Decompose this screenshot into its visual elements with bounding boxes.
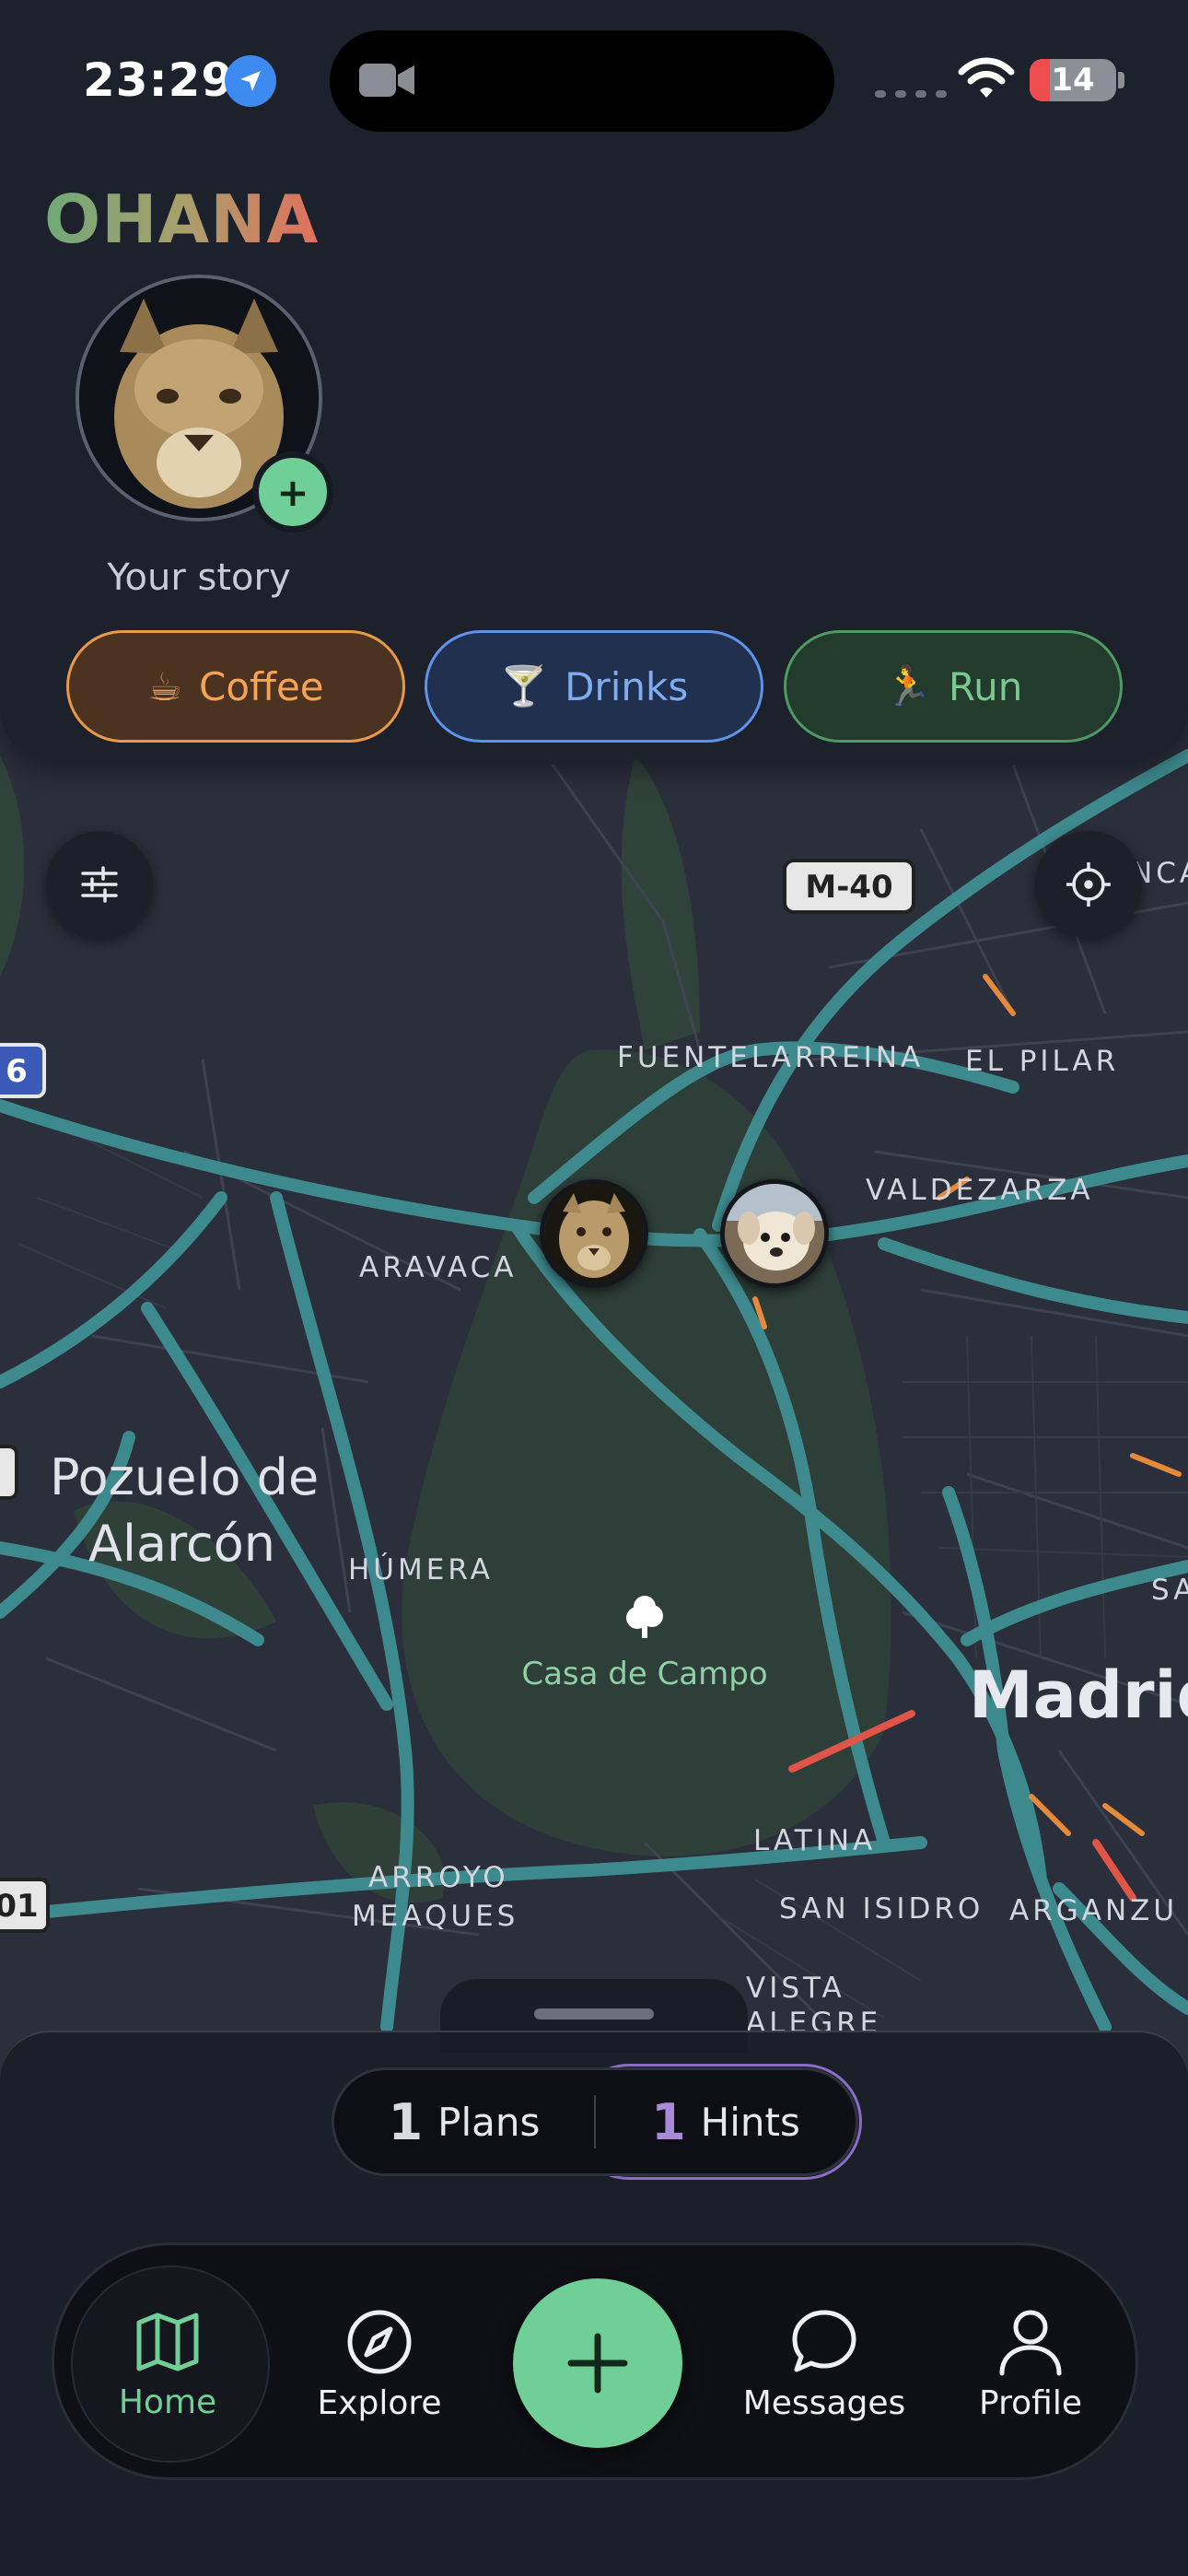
road-shield-6: 6 xyxy=(0,1043,46,1098)
map-label-valdezarza: VALDEZARZA xyxy=(866,1174,1094,1207)
svg-text:01: 01 xyxy=(0,1888,39,1925)
coffee-icon: ☕ xyxy=(147,663,182,709)
app-title: OHANA xyxy=(44,181,320,258)
tab-label: Messages xyxy=(742,2383,906,2422)
battery-icon: 14 xyxy=(1030,59,1116,101)
activity-chip-drinks[interactable]: 🍸 Drinks xyxy=(425,630,763,743)
activity-chip-label: Run xyxy=(948,663,1023,709)
map-label-aravaca: ARAVACA xyxy=(359,1251,517,1284)
road-shield-partial xyxy=(0,1445,18,1500)
add-story-button[interactable]: + xyxy=(252,451,333,533)
person-icon xyxy=(999,2310,1062,2375)
status-time: 23:29 xyxy=(83,53,235,107)
map-label-sa: SA xyxy=(1151,1574,1188,1607)
tab-profile[interactable]: Profile xyxy=(938,2245,1123,2483)
map-label-pozuelo-1: Pozuelo de xyxy=(50,1448,319,1506)
sliders-icon xyxy=(81,866,118,903)
runner-icon: 🏃 xyxy=(883,663,932,708)
cocktail-icon: 🍸 xyxy=(499,663,549,708)
recenter-button[interactable] xyxy=(1035,831,1142,938)
hints-count: 1 xyxy=(651,2092,686,2151)
wifi-icon xyxy=(958,57,1015,98)
activity-chip-label: Drinks xyxy=(565,663,689,709)
crosshair-icon xyxy=(1066,862,1111,907)
plans-count: 1 xyxy=(388,2092,424,2151)
map-label-el-pilar: EL PILAR xyxy=(965,1045,1119,1078)
hints-count-button[interactable]: 1 Hints xyxy=(596,2093,856,2151)
map-label-latina: LATINA xyxy=(753,1824,876,1857)
map-label-fuentelarreina: FUENTELARREINA xyxy=(617,1041,924,1074)
tab-label: Home xyxy=(118,2383,217,2421)
map-label-arroyo-2: MEAQUES xyxy=(352,1900,518,1933)
friend-marker-dog[interactable] xyxy=(720,1179,829,1288)
hints-label: Hints xyxy=(700,2099,800,2145)
map-label-san-isidro: SAN ISIDRO xyxy=(779,1892,984,1926)
svg-text:M-40: M-40 xyxy=(805,869,892,906)
map-label-madrid: Madrid xyxy=(969,1657,1188,1733)
tab-messages[interactable]: Messages xyxy=(714,2245,935,2483)
battery-tip xyxy=(1118,72,1124,88)
road-shield-m40: M-40 xyxy=(783,859,915,914)
tab-label: Explore xyxy=(317,2383,442,2422)
map-label-vista-alegre-1: VISTA xyxy=(746,1972,845,2005)
battery-level: 14 xyxy=(1051,62,1095,99)
tab-label: Profile xyxy=(979,2383,1082,2422)
cellular-signal-icon xyxy=(875,90,947,98)
location-arrow-icon xyxy=(225,55,276,107)
friend-marker-cougar[interactable] xyxy=(540,1179,648,1288)
map-label-arganzuela: ARGANZU xyxy=(1009,1894,1178,1927)
chat-bubble-icon xyxy=(792,2310,856,2371)
filter-button[interactable] xyxy=(46,831,153,938)
svg-text:6: 6 xyxy=(6,1053,28,1090)
plans-hints-toggle[interactable]: 1 Plans 1 Hints xyxy=(332,2067,858,2176)
plans-label: Plans xyxy=(437,2099,541,2145)
tab-home[interactable]: Home xyxy=(67,2245,270,2483)
plans-count-button[interactable]: 1 Plans xyxy=(334,2093,594,2151)
plus-icon xyxy=(567,2333,628,2394)
create-plan-button[interactable] xyxy=(513,2278,682,2448)
road-shield-01: 01 xyxy=(0,1878,50,1933)
activity-chip-label: Coffee xyxy=(199,663,324,709)
map-label-arroyo-1: ARROYO xyxy=(368,1861,509,1894)
map-label-casa-de-campo: Casa de Campo xyxy=(521,1656,767,1692)
activity-chip-coffee[interactable]: ☕ Coffee xyxy=(66,630,405,743)
compass-icon xyxy=(347,2310,412,2373)
dynamic-island xyxy=(330,30,834,132)
your-story-label: Your story xyxy=(107,556,291,599)
sheet-drag-handle[interactable] xyxy=(534,2008,654,2020)
video-camera-icon xyxy=(359,64,414,97)
map-label-humera: HÚMERA xyxy=(348,1552,494,1587)
map-label-pozuelo-2: Alarcón xyxy=(88,1515,275,1573)
map-icon xyxy=(136,2313,199,2371)
tab-explore[interactable]: Explore xyxy=(279,2245,480,2483)
tab-bar: Home Explore Messages Profile xyxy=(52,2242,1138,2480)
activity-chip-run[interactable]: 🏃 Run xyxy=(784,630,1123,743)
